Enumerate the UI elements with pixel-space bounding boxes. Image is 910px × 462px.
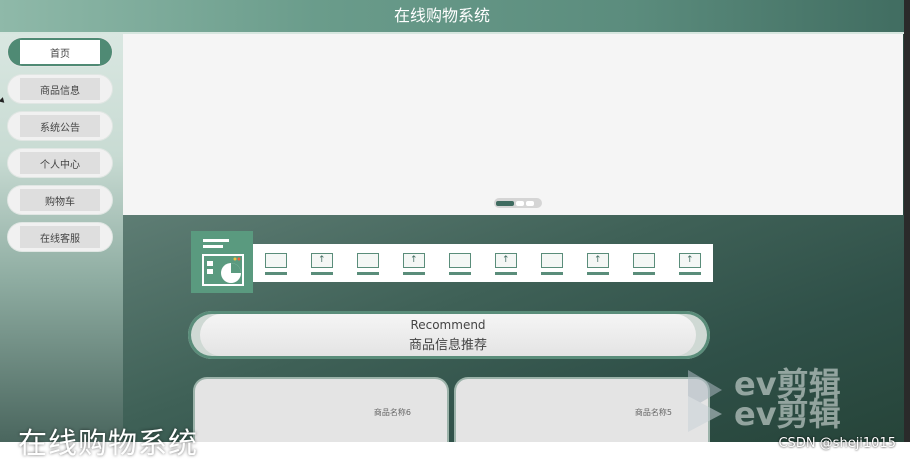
recommend-title-en: Recommend [410,318,486,332]
sidebar-item-label: 系统公告 [40,122,80,134]
page-scrollbar[interactable] [904,0,910,462]
sidebar-item-label: 在线客服 [40,233,80,245]
watermark-text: ev剪辑 [734,395,841,433]
video-caption: 在线购物系统 [18,426,199,460]
display-icon[interactable] [355,250,381,276]
upload-icon[interactable]: ↑ [401,250,427,276]
upload-icon[interactable]: ↑ [585,250,611,276]
product-name: 商品名称6 [373,408,411,417]
upload-icon[interactable]: ↑ [493,250,519,276]
recommend-section-title: Recommend 商品信息推荐 [188,311,710,359]
carousel-dot[interactable] [496,200,514,206]
display-icon[interactable] [447,250,473,276]
watermark-logo-icon [688,370,722,432]
mouse-cursor-icon [0,97,7,105]
product-name: 商品名称5 [634,408,672,417]
recommend-title-zh: 商品信息推荐 [408,338,487,353]
watermark: ev剪辑 ev剪辑 [686,366,856,436]
sidebar-item-cart[interactable]: 购物车 [8,186,112,214]
sidebar-item-products[interactable]: 商品信息 [8,75,112,103]
sidebar-item-home[interactable]: 首页 [8,38,112,66]
sidebar-item-label: 商品信息 [40,85,80,97]
app-title: 在线购物系统 [393,6,490,25]
display-icon[interactable] [263,250,289,276]
sidebar-nav: 首页 商品信息 系统公告 个人中心 购物车 在线客服 [0,34,123,442]
dashboard-icon [191,231,253,293]
sidebar-item-label: 首页 [50,48,70,60]
sidebar-item-profile[interactable]: 个人中心 [8,149,112,177]
upload-icon[interactable]: ↑ [677,250,703,276]
carousel-dot[interactable] [516,200,524,206]
credit-label: CSDN @sheji1015 [778,436,896,451]
product-card[interactable]: 商品名称6 [193,377,449,444]
carousel-dot[interactable] [526,200,534,206]
category-strip: ↑ ↑ ↑ ↑ ↑ [253,244,713,282]
display-icon[interactable] [539,250,565,276]
sidebar-item-label: 个人中心 [40,159,80,171]
sidebar-item-label: 购物车 [45,196,75,208]
product-card[interactable]: 商品名称5 [454,377,710,444]
sidebar-item-announcements[interactable]: 系统公告 [8,112,112,140]
carousel-banner[interactable] [123,34,903,215]
upload-icon[interactable]: ↑ [309,250,335,276]
carousel-indicators [494,198,542,208]
sidebar-item-support[interactable]: 在线客服 [8,223,112,251]
display-icon[interactable] [631,250,657,276]
app-header: 在线购物系统 [0,0,904,34]
